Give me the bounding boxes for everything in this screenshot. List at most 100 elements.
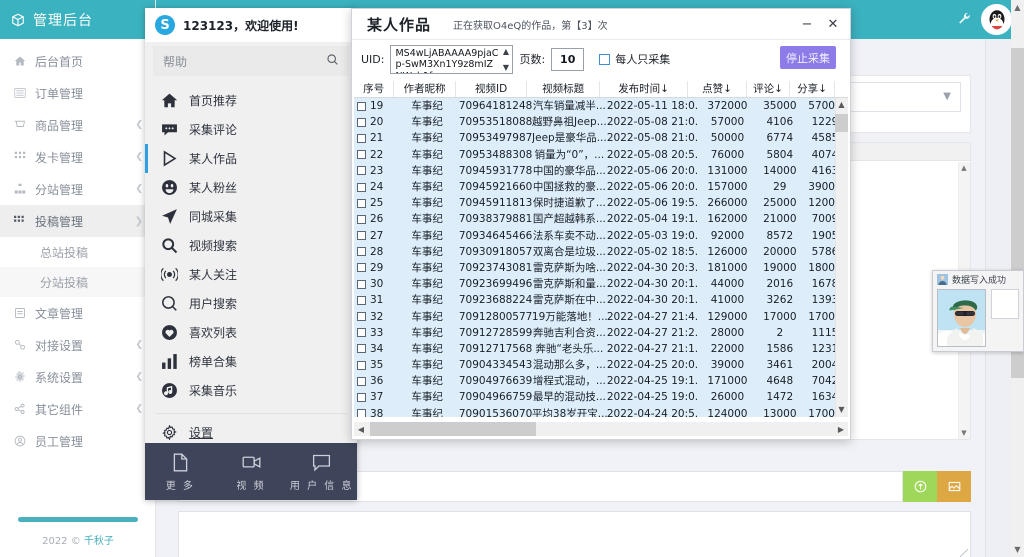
minimize-button[interactable]: − — [794, 12, 820, 38]
grid-column-header[interactable]: 评论↓ — [747, 81, 790, 97]
menu-item-someones-following[interactable]: 某人关注 — [145, 260, 357, 289]
row-checkbox[interactable] — [357, 280, 366, 289]
table-row[interactable]: 27车事纪70934645466...法系车卖不动...2022-05-03 1… — [354, 228, 848, 244]
wrench-icon[interactable] — [958, 12, 972, 30]
hscroll-track[interactable] — [368, 422, 834, 436]
row-checkbox[interactable] — [357, 361, 366, 370]
only-per-person-checkbox[interactable] — [599, 54, 610, 65]
sidebar-item-substation[interactable]: 分站管理 ❮ — [0, 173, 155, 205]
avatar[interactable] — [981, 4, 1012, 35]
row-checkbox[interactable] — [357, 328, 366, 337]
scroll-down-icon[interactable]: ▼ — [835, 403, 848, 417]
menu-item-someones-works[interactable]: 某人作品 — [145, 144, 357, 173]
description-textarea[interactable] — [178, 511, 971, 557]
table-row[interactable]: 37车事纪70904966759...最早的混动技...2022-04-25 1… — [354, 389, 848, 405]
table-row[interactable]: 31车事纪70923688224...雷克萨斯在中...2022-04-30 2… — [354, 292, 848, 308]
hscroll-thumb[interactable] — [370, 422, 536, 436]
grid-column-header[interactable]: 作者昵称 — [394, 81, 456, 97]
grid-column-header[interactable]: 序号 — [354, 81, 394, 97]
row-checkbox[interactable] — [357, 263, 366, 272]
menu-item-like-list[interactable]: 喜欢列表 — [145, 318, 357, 347]
row-checkbox[interactable] — [357, 312, 366, 321]
table-row[interactable]: 30车事纪70923699496...雷克萨斯和量...2022-04-30 2… — [354, 276, 848, 292]
menu-item-collect-music[interactable]: 采集音乐 — [145, 376, 357, 405]
row-checkbox[interactable] — [357, 393, 366, 402]
sidebar-item-home[interactable]: 后台首页 — [0, 45, 155, 77]
menu-item-video-search[interactable]: 视频搜索 — [145, 231, 357, 260]
sidebar-item-products[interactable]: 商品管理 ❮ — [0, 109, 155, 141]
sidebar-subitem-main[interactable]: 总站投稿 — [0, 237, 155, 267]
scroll-down-icon[interactable]: ▼ — [1012, 544, 1023, 555]
menu-item-ranking-collection[interactable]: 榜单合集 — [145, 347, 357, 376]
scroll-right-icon[interactable]: ▶ — [834, 425, 848, 434]
spin-up-icon[interactable]: ▲ — [503, 47, 509, 56]
uid-spinner[interactable]: ▲ ▼ — [500, 47, 511, 72]
sidebar-item-other-components[interactable]: 其它组件 ❮ — [0, 393, 155, 425]
grid-vertical-scrollbar[interactable]: ▲ ▼ — [835, 98, 848, 417]
sidebar-item-submissions[interactable]: 投稿管理 ❯ — [0, 205, 155, 237]
row-checkbox[interactable] — [357, 183, 366, 192]
sidebar-item-articles[interactable]: 文章管理 — [0, 297, 155, 329]
row-checkbox[interactable] — [357, 409, 366, 417]
tab-video[interactable]: 视 频 — [216, 452, 287, 492]
search-icon[interactable] — [326, 53, 339, 69]
row-checkbox[interactable] — [357, 215, 366, 224]
uid-input[interactable]: MS4wLjABAAAA9pjaCp-SwM3Xn1Y9z8mIZNWzh1f … — [390, 45, 513, 74]
help-search-box[interactable]: 帮助 — [153, 46, 349, 76]
grid-column-header[interactable]: 发布时间↓ — [600, 81, 688, 97]
table-row[interactable]: 20车事纪70953518088...越野鼻祖Jeep...2022-05-08… — [354, 114, 848, 130]
only-per-person-checkbox-group[interactable]: 每人只采集 — [599, 51, 670, 67]
menu-item-someones-fans[interactable]: 某人粉丝 — [145, 173, 357, 202]
sidebar-item-staff[interactable]: 员工管理 — [0, 425, 155, 457]
row-checkbox[interactable] — [357, 247, 366, 256]
table-row[interactable]: 35车事纪70904334543...混动那么多，...2022-04-25 2… — [354, 357, 848, 373]
grid-column-header[interactable]: 分享↓ — [790, 81, 835, 97]
menu-item-city-collect[interactable]: 同城采集 — [145, 202, 357, 231]
resize-grip[interactable] — [960, 549, 968, 557]
row-checkbox[interactable] — [357, 134, 366, 143]
row-checkbox[interactable] — [357, 296, 366, 305]
pages-input[interactable]: 10 — [551, 48, 584, 71]
table-row[interactable]: 24车事纪70945921660...中国拯救的豪...2022-05-06 2… — [354, 179, 848, 195]
menu-item-home-recommend[interactable]: 首页推荐 — [145, 86, 357, 115]
row-checkbox[interactable] — [357, 377, 366, 386]
table-row[interactable]: 22车事纪70953488308...销量为“0”，...2022-05-08 … — [354, 147, 848, 163]
row-checkbox[interactable] — [357, 199, 366, 208]
grid-column-header[interactable]: 视频ID — [456, 81, 527, 97]
sidebar-subitem-sub[interactable]: 分站投稿 — [0, 267, 155, 297]
table-row[interactable]: 26车事纪70938379881...国产超越韩系...2022-05-04 1… — [354, 211, 848, 227]
help-search-input[interactable]: 帮助 — [163, 53, 326, 70]
table-row[interactable]: 34车事纪70912717568...奔驰“老头乐...2022-04-27 2… — [354, 341, 848, 357]
scroll-up-icon[interactable]: ▲ — [1012, 2, 1023, 13]
table-row[interactable]: 33车事纪70912728599...奔驰吉利合资...2022-04-27 2… — [354, 325, 848, 341]
menu-item-collect-comments[interactable]: 采集评论 — [145, 115, 357, 144]
table-row[interactable]: 19车事纪70964181248...汽车销量减半...2022-05-11 1… — [354, 98, 848, 114]
scroll-down-icon[interactable]: ▼ — [959, 429, 969, 437]
upload-button[interactable] — [903, 471, 937, 502]
table-row[interactable]: 25车事纪70945911813...保时捷道歉了...2022-05-06 1… — [354, 195, 848, 211]
grid-vscroll-thumb[interactable] — [835, 114, 848, 132]
menu-item-user-search[interactable]: 用户搜索 — [145, 289, 357, 318]
row-checkbox[interactable] — [357, 231, 366, 240]
row-checkbox[interactable] — [357, 118, 366, 127]
table-row[interactable]: 32车事纪70912800577...19万能落地！...2022-04-27 … — [354, 308, 848, 324]
scroll-up-icon[interactable]: ▲ — [959, 164, 969, 172]
table-row[interactable]: 36车事纪70904976639...增程式混动，...2022-04-25 1… — [354, 373, 848, 389]
grid-horizontal-scrollbar[interactable]: ◀ ▶ — [354, 422, 848, 436]
sidebar-item-cards[interactable]: 发卡管理 ❮ — [0, 141, 155, 173]
row-checkbox[interactable] — [357, 166, 366, 175]
sidebar-item-system[interactable]: 系统设置 ❮ — [0, 361, 155, 393]
grid-column-header[interactable]: 视频标题 — [527, 81, 600, 97]
scroll-left-icon[interactable]: ◀ — [354, 425, 368, 434]
spin-down-icon[interactable]: ▼ — [503, 63, 509, 72]
stop-collect-button[interactable]: 停止采集 — [780, 46, 836, 69]
table-row[interactable]: 28车事纪70930918057...双离合是垃圾...2022-05-02 1… — [354, 244, 848, 260]
tab-more[interactable]: 更 多 — [145, 452, 216, 492]
table-row[interactable]: 21车事纪70953497987...Jeep是豪华品...2022-05-08… — [354, 130, 848, 146]
table-row[interactable]: 23车事纪70945931778...中国的豪华品...2022-05-06 2… — [354, 163, 848, 179]
row-checkbox[interactable] — [357, 344, 366, 353]
table-row[interactable]: 38车事纪70901536070...平均38岁开宝...2022-04-24 … — [354, 406, 848, 417]
image-upload-button[interactable] — [937, 471, 971, 502]
sidebar-item-orders[interactable]: 订单管理 — [0, 77, 155, 109]
row-checkbox[interactable] — [357, 150, 366, 159]
